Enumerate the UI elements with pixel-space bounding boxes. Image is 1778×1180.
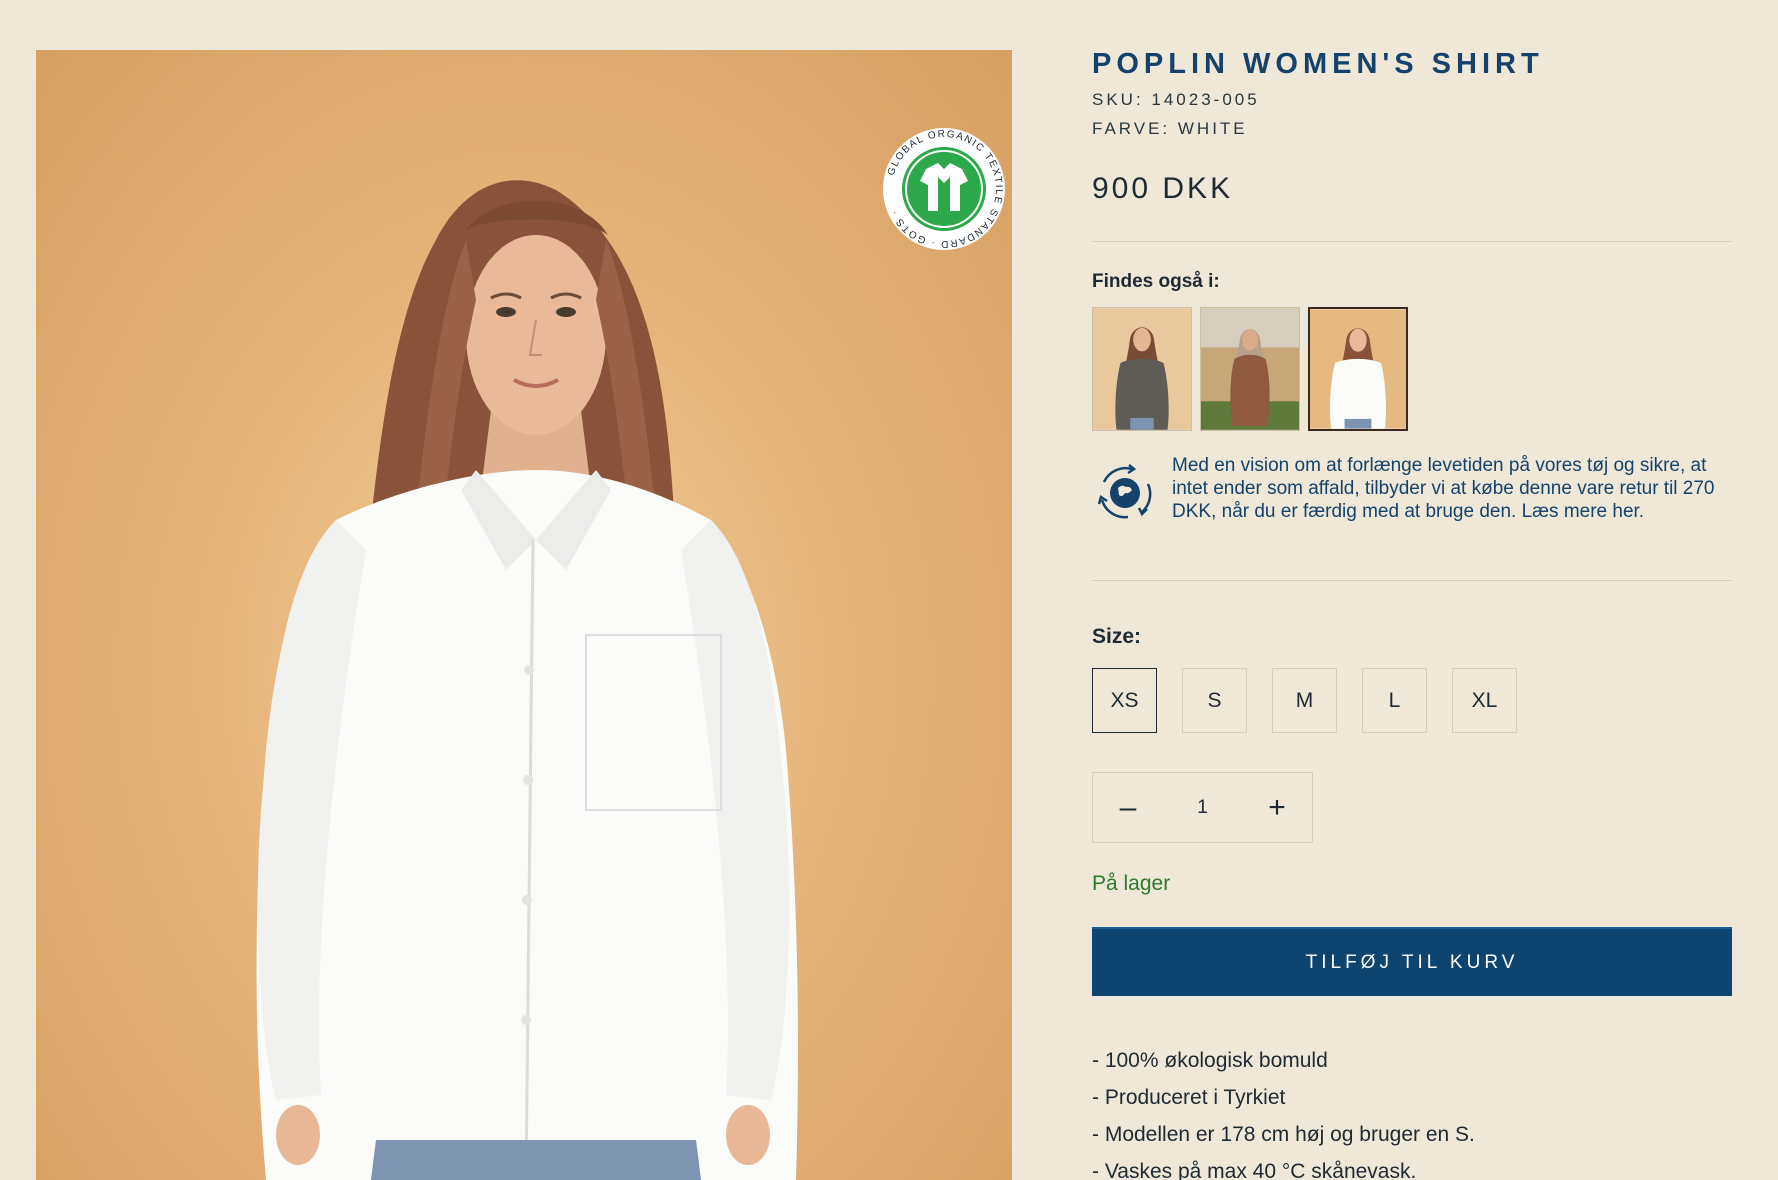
product-color: FARVE: WHITE [1092, 119, 1248, 138]
variants-label: Findes også i: [1092, 271, 1220, 292]
feature-item: - Modellen er 178 cm høj og bruger en S. [1092, 1123, 1475, 1146]
product-page: GLOBAL ORGANIC TEXTILE STANDARD · GOTS ·… [0, 0, 1778, 1180]
product-photo[interactable]: GLOBAL ORGANIC TEXTILE STANDARD · GOTS · [36, 50, 1012, 1180]
size-selector: XS S M L XL [1092, 668, 1517, 733]
buyback-notice: Med en vision om at forlænge levetiden p… [1092, 454, 1732, 526]
add-to-cart-button[interactable]: TILFØJ TIL KURV [1092, 927, 1732, 996]
quantity-decrease-button[interactable]: – [1093, 773, 1163, 842]
size-option-xs[interactable]: XS [1092, 668, 1157, 733]
variant-brown-shirt[interactable] [1200, 307, 1300, 431]
model-image [256, 180, 798, 1180]
quantity-increase-button[interactable]: + [1242, 773, 1312, 842]
feature-item: - Vaskes på max 40 °C skånevask. [1092, 1160, 1417, 1180]
recycle-globe-icon [1097, 464, 1152, 519]
size-option-xl[interactable]: XL [1452, 668, 1517, 733]
buyback-text[interactable]: Med en vision om at forlænge levetiden p… [1172, 454, 1732, 526]
divider [1092, 241, 1732, 242]
feature-item: - 100% økologisk bomuld [1092, 1049, 1328, 1072]
quantity-value[interactable]: 1 [1197, 797, 1208, 819]
product-title: POPLIN WOMEN'S SHIRT [1092, 48, 1544, 80]
variant-white-shirt[interactable] [1308, 307, 1408, 431]
size-option-s[interactable]: S [1182, 668, 1247, 733]
feature-item: - Produceret i Tyrkiet [1092, 1086, 1286, 1109]
product-sku: SKU: 14023-005 [1092, 90, 1260, 109]
quantity-stepper: – 1 + [1092, 772, 1313, 843]
product-price: 900 DKK [1092, 172, 1234, 205]
variant-grey-shirt[interactable] [1092, 307, 1192, 431]
size-option-m[interactable]: M [1272, 668, 1337, 733]
gots-badge: GLOBAL ORGANIC TEXTILE STANDARD · GOTS · [883, 128, 1005, 250]
divider [1092, 580, 1732, 581]
feature-list: - 100% økologisk bomuld - Produceret i T… [1092, 1048, 1475, 1180]
variant-list [1092, 307, 1408, 431]
stock-status: På lager [1092, 872, 1171, 895]
size-option-l[interactable]: L [1362, 668, 1427, 733]
size-label: Size: [1092, 625, 1142, 648]
